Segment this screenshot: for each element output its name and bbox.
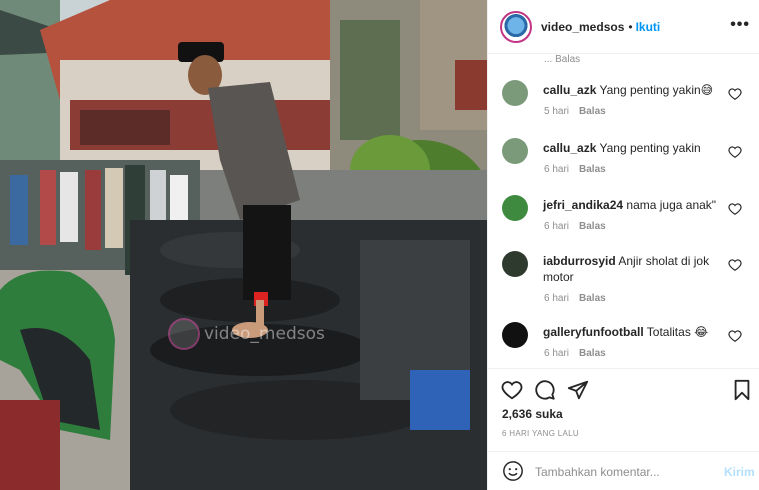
post-actions: 2,636 suka 6 HARI YANG LALU Tambahkan ko… <box>488 368 759 490</box>
comment-meta: 6 hari Balas <box>544 348 606 359</box>
heart-icon[interactable] <box>728 329 742 343</box>
reply-button[interactable]: Balas <box>579 221 606 232</box>
comment-bubble-icon[interactable] <box>534 379 556 401</box>
post-photo[interactable]: video_medsos <box>0 0 487 490</box>
commenter-avatar[interactable] <box>502 322 528 348</box>
commenter-username[interactable]: callu_azk <box>543 83 596 97</box>
watermark: video_medsos <box>168 318 325 350</box>
comment-text: galleryfunfootball Totalitas 😂 <box>543 325 709 339</box>
commenter-avatar[interactable] <box>502 80 528 106</box>
comment-composer: Tambahkan komentar... Kirim <box>488 451 759 490</box>
follow-button[interactable]: Ikuti <box>636 20 661 34</box>
comment-text: callu_azk Yang penting yakin <box>543 141 701 155</box>
partial-comment-meta: ... Balas <box>544 54 581 65</box>
commenter-username[interactable]: galleryfunfootball <box>543 325 644 339</box>
heart-icon[interactable] <box>728 145 742 159</box>
comment-meta: 6 hari Balas <box>544 293 606 304</box>
comment-text: callu_azk Yang penting yakin😅 <box>543 83 714 97</box>
post-header: video_medsos • Ikuti ••• <box>488 0 759 54</box>
post-date: 6 HARI YANG LALU <box>502 429 579 438</box>
reply-button[interactable]: Balas <box>579 164 606 175</box>
reply-button[interactable]: Balas <box>579 293 606 304</box>
comment-meta: 6 hari Balas <box>544 164 606 175</box>
commenter-avatar[interactable] <box>502 138 528 164</box>
watermark-text: video_medsos <box>204 324 325 344</box>
comment-text: iabdurrosyid Anjir sholat di jok motor <box>543 254 710 284</box>
emoji-icon[interactable] <box>502 460 524 482</box>
post-side-panel: video_medsos • Ikuti ••• ... Balas callu… <box>487 0 759 490</box>
reply-button[interactable]: Balas <box>579 348 606 359</box>
comment-meta: 6 hari Balas <box>544 221 606 232</box>
photo-scene <box>0 0 487 490</box>
reply-button[interactable]: Balas <box>579 106 606 117</box>
commenter-avatar[interactable] <box>502 251 528 277</box>
heart-icon[interactable] <box>728 258 742 272</box>
comment-text: jefri_andika24 nama juga anak" <box>543 198 717 212</box>
separator-dot: • <box>628 19 633 34</box>
author-avatar[interactable] <box>500 10 532 43</box>
commenter-username[interactable]: jefri_andika24 <box>543 198 623 212</box>
heart-icon[interactable] <box>728 87 742 101</box>
comment-input[interactable]: Tambahkan komentar... <box>535 465 660 479</box>
like-count[interactable]: 2,636 suka <box>502 407 563 421</box>
more-horizontal-icon[interactable]: ••• <box>730 16 750 34</box>
heart-icon[interactable] <box>728 202 742 216</box>
comment-meta: 5 hari Balas <box>544 106 606 117</box>
watermark-logo <box>168 318 200 350</box>
commenter-avatar[interactable] <box>502 195 528 221</box>
share-send-icon[interactable] <box>567 379 589 401</box>
comment-list[interactable]: ... Balas callu_azk Yang penting yakin😅 … <box>488 54 759 368</box>
send-comment-button[interactable]: Kirim <box>724 465 755 479</box>
commenter-username[interactable]: callu_azk <box>543 141 596 155</box>
like-heart-icon[interactable] <box>501 379 523 401</box>
author-username[interactable]: video_medsos <box>541 20 624 34</box>
bookmark-icon[interactable] <box>731 379 753 401</box>
commenter-username[interactable]: iabdurrosyid <box>543 254 616 268</box>
